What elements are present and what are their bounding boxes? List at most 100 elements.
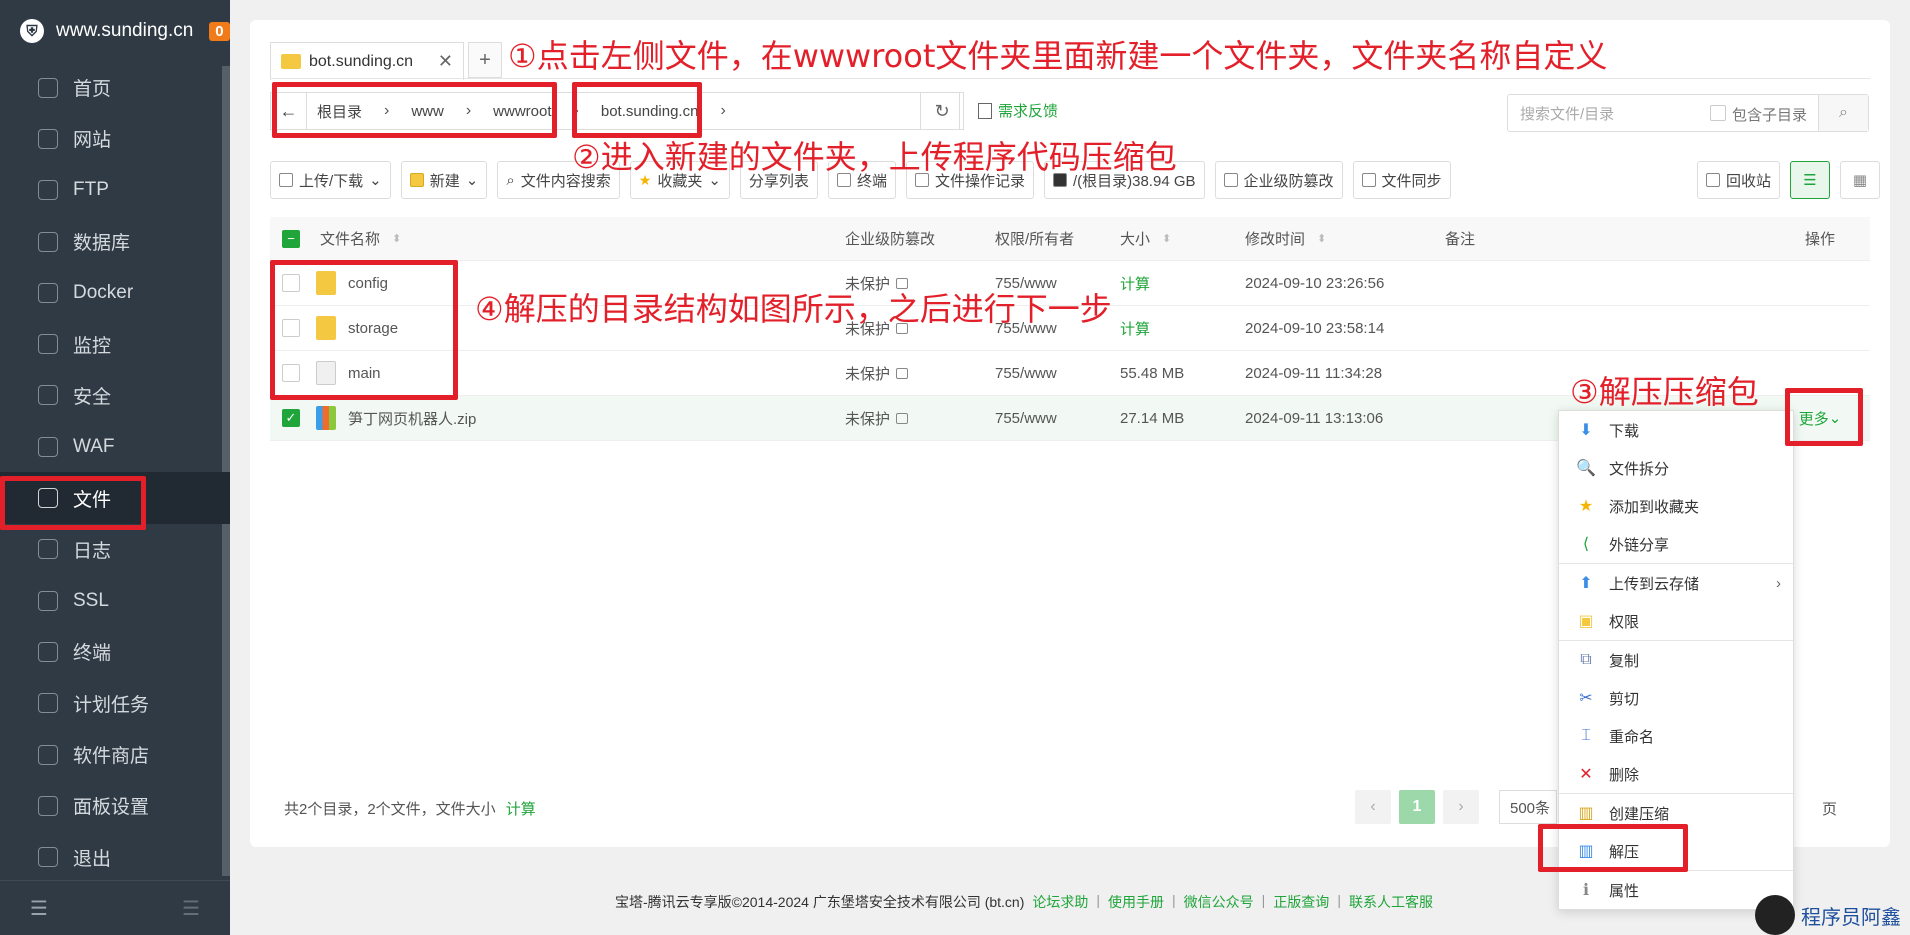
website-icon	[38, 128, 58, 149]
tab-bot-sunding[interactable]: bot.sunding.cn ✕	[270, 42, 464, 80]
sort-icon[interactable]: ⬍	[1317, 232, 1326, 245]
menu-item-copy[interactable]: ⧉ 复制	[1559, 641, 1793, 679]
menu-item-delete[interactable]: ✕ 删除	[1559, 755, 1793, 793]
menu-item-rename[interactable]: ⌶ 重命名	[1559, 717, 1793, 755]
sync-icon	[1361, 173, 1376, 187]
sidebar-item-home[interactable]: 首页	[0, 62, 230, 113]
sidebar-item-docker[interactable]: Docker	[0, 267, 230, 318]
refresh-icon[interactable]: ↻	[920, 92, 964, 130]
sort-icon[interactable]: ⬍	[392, 232, 401, 245]
file-size: 55.48 MB	[1120, 364, 1185, 382]
row-checkbox[interactable]: ✓	[282, 409, 300, 427]
next-page-button[interactable]: ›	[1443, 790, 1479, 824]
brand-header[interactable]: ⛨ www.sunding.cn 0	[0, 0, 230, 62]
annotation-step2: ②进入新建的文件夹，上传程序代码压缩包	[572, 138, 1177, 176]
sidebar-item-waf[interactable]: WAF	[0, 421, 230, 472]
footer-link[interactable]: 使用手册	[1108, 892, 1164, 912]
download-icon: ⬇	[1579, 422, 1593, 439]
page-1-button[interactable]: 1	[1399, 790, 1435, 824]
sidebar-item-label: 计划任务	[73, 694, 150, 716]
sidebar-item-security[interactable]: 安全	[0, 370, 230, 421]
select-all-checkbox[interactable]: −	[282, 229, 300, 248]
sidebar-footer: ☰ ☰	[0, 880, 230, 935]
search-icon: ⌕	[506, 171, 515, 189]
waf-icon	[38, 436, 58, 457]
lock-icon[interactable]	[896, 412, 909, 424]
sidebar-item-logs[interactable]: 日志	[0, 524, 230, 575]
chevron-down-icon: ⌄	[465, 172, 479, 189]
annotation-step3: ③解压压缩包	[1570, 373, 1759, 411]
sidebar-item-label: 退出	[73, 848, 112, 870]
add-tab-button[interactable]: +	[468, 42, 502, 78]
sidebar-item-website[interactable]: 网站	[0, 113, 230, 164]
header-name[interactable]: 文件名称	[320, 228, 380, 249]
annotation-box-extract	[1538, 824, 1688, 872]
sidebar-item-ssl[interactable]: SSL	[0, 575, 230, 626]
zip-icon	[316, 406, 336, 430]
tamper-button[interactable]: 企业级防篡改	[1214, 161, 1343, 199]
logs-icon	[38, 539, 58, 560]
sidebar-item-logout[interactable]: 退出	[0, 831, 230, 882]
lock-icon[interactable]	[896, 277, 909, 289]
lock-icon[interactable]	[896, 367, 909, 379]
search-input[interactable]: 搜索文件/目录 包含子目录 ⌕	[1507, 94, 1869, 132]
footer-link[interactable]: 微信公众号	[1184, 892, 1254, 912]
file-sync-button[interactable]: 文件同步	[1352, 161, 1451, 199]
grid-view-button[interactable]: ▦	[1840, 161, 1881, 199]
split-icon: 🔍	[1576, 460, 1596, 477]
menu-item-label: 剪切	[1609, 690, 1640, 708]
menu-item-share[interactable]: ⟨ 外链分享	[1559, 525, 1793, 563]
sidebar-item-terminal[interactable]: 终端	[0, 626, 230, 677]
permission[interactable]: 755/www	[995, 365, 1057, 382]
menu-item-star[interactable]: ★ 添加到收藏夹	[1559, 487, 1793, 525]
calc-size-link[interactable]: 计算	[506, 798, 536, 819]
close-tab-icon[interactable]: ✕	[438, 51, 453, 72]
trash-icon	[1706, 173, 1720, 187]
menu-item-label: 外链分享	[1609, 536, 1670, 554]
sidebar-item-monitor[interactable]: 监控	[0, 318, 230, 369]
sidebar-item-cron[interactable]: 计划任务	[0, 678, 230, 729]
annotation-box-extracted	[270, 260, 458, 400]
collapse-sidebar-icon[interactable]: ☰	[30, 896, 48, 921]
footer-link[interactable]: 论坛求助	[1032, 892, 1088, 912]
upload-label: 上传/下载	[299, 172, 364, 190]
menu-item-cloud-upload[interactable]: ⬆ 上传到云存储 ›	[1559, 564, 1793, 602]
sidebar-item-settings[interactable]: 面板设置	[0, 780, 230, 831]
header-mtime[interactable]: 修改时间	[1245, 228, 1305, 249]
menu-item-split[interactable]: 🔍 文件拆分	[1559, 449, 1793, 487]
menu-item-download[interactable]: ⬇ 下载	[1559, 411, 1793, 449]
upload-download-button[interactable]: 上传/下载 ⌄	[270, 161, 391, 199]
new-label: 新建	[429, 172, 460, 190]
sidebar-item-database[interactable]: 数据库	[0, 216, 230, 267]
sort-icon[interactable]: ⬍	[1162, 232, 1171, 245]
file-name[interactable]: 笋丁网页机器人.zip	[348, 408, 476, 429]
footer-link[interactable]: 联系人工客服	[1349, 892, 1433, 912]
permission[interactable]: 755/www	[995, 410, 1057, 427]
summary-text: 共2个目录，2个文件，文件大小	[284, 801, 496, 818]
modified-time: 2024-09-10 23:58:14	[1245, 319, 1385, 337]
search-icon[interactable]: ⌕	[1818, 95, 1868, 131]
footer-link[interactable]: 正版查询	[1273, 892, 1329, 912]
upload-icon	[279, 173, 293, 187]
menu-item-label: 创建压缩	[1609, 805, 1670, 823]
permission[interactable]: 755/www	[995, 275, 1057, 292]
sidebar-item-ftp[interactable]: FTP	[0, 165, 230, 216]
include-subdir-checkbox[interactable]	[1710, 105, 1726, 121]
header-size[interactable]: 大小	[1120, 228, 1150, 249]
menu-item-scissors[interactable]: ✂ 剪切	[1559, 679, 1793, 717]
list-menu-icon[interactable]: ☰	[182, 896, 200, 921]
file-size[interactable]: 计算	[1120, 318, 1150, 339]
sidebar-item-store[interactable]: 软件商店	[0, 729, 230, 780]
list-view-button[interactable]: ☰	[1790, 161, 1831, 199]
notification-badge[interactable]: 0	[209, 21, 230, 41]
new-button[interactable]: 新建 ⌄	[400, 161, 488, 199]
feedback-link[interactable]: 需求反馈	[978, 100, 1058, 121]
menu-item-lock[interactable]: ▣ 权限	[1559, 602, 1793, 640]
recycle-bin-button[interactable]: 回收站	[1697, 161, 1781, 199]
modified-time: 2024-09-10 23:26:56	[1245, 274, 1385, 292]
page-size-select[interactable]: 500条	[1499, 790, 1557, 824]
site-name: www.sunding.cn	[56, 20, 194, 41]
prev-page-button[interactable]: ‹	[1355, 790, 1391, 824]
footer-separator: |	[1096, 892, 1101, 908]
file-size[interactable]: 计算	[1120, 273, 1150, 294]
